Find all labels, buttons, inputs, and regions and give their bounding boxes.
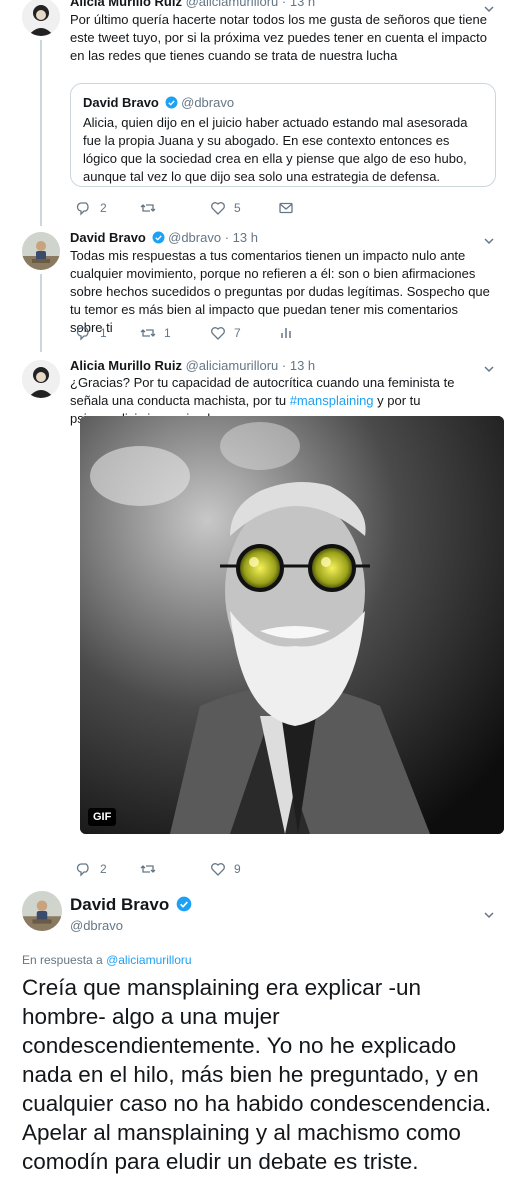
like-icon bbox=[211, 202, 225, 215]
tweet-actions: 1 1 7 bbox=[70, 324, 490, 342]
like-count: 9 bbox=[234, 862, 241, 876]
avatar[interactable] bbox=[22, 0, 60, 36]
retweet-icon bbox=[140, 329, 156, 337]
author-handle[interactable]: @dbravo bbox=[168, 230, 221, 245]
gif-media[interactable]: GIF bbox=[80, 416, 504, 834]
author-name[interactable]: Alicia Murillo Ruiz bbox=[70, 0, 182, 9]
reply-count: 1 bbox=[100, 326, 107, 340]
retweet-button[interactable] bbox=[140, 860, 164, 878]
timestamp[interactable]: 13 h bbox=[290, 358, 315, 373]
author-handle[interactable]: @aliciamurilloru bbox=[186, 0, 279, 9]
reply-icon bbox=[76, 327, 89, 341]
like-button[interactable]: 7 bbox=[210, 324, 241, 342]
analytics-button[interactable] bbox=[278, 324, 294, 342]
like-count: 5 bbox=[234, 201, 241, 215]
avatar[interactable] bbox=[22, 891, 62, 931]
quoted-tweet[interactable]: David Bravo @dbravo Alicia, quien dijo e… bbox=[70, 83, 496, 187]
like-button[interactable]: 9 bbox=[210, 860, 241, 878]
quote-header: David Bravo @dbravo bbox=[83, 94, 483, 112]
reply-to-link[interactable]: @aliciamurilloru bbox=[106, 953, 192, 967]
retweet-button[interactable] bbox=[140, 199, 164, 217]
reply-prefix: En respuesta a bbox=[22, 953, 107, 967]
tweet-text: Por último quería hacerte notar todos lo… bbox=[70, 12, 487, 63]
dot-separator: · bbox=[224, 230, 230, 245]
reply-count: 2 bbox=[100, 862, 107, 876]
dot-separator: · bbox=[281, 0, 287, 9]
reply-icon bbox=[76, 202, 89, 216]
reply-button[interactable]: 2 bbox=[76, 199, 107, 217]
tweet[interactable]: Alicia Murillo Ruiz @aliciamurilloru · 1… bbox=[0, 0, 510, 222]
reply-context: En respuesta a @aliciamurilloru bbox=[22, 953, 192, 967]
retweet-count: 1 bbox=[164, 326, 171, 340]
gif-badge: GIF bbox=[88, 808, 117, 826]
tweet[interactable]: Alicia Murillo Ruiz @aliciamurilloru · 1… bbox=[0, 352, 510, 882]
main-author-handle[interactable]: @dbravo bbox=[70, 918, 123, 933]
quote-text: Alicia, quien dijo en el juicio haber ac… bbox=[83, 115, 468, 184]
verified-icon bbox=[152, 231, 164, 244]
reply-icon bbox=[76, 863, 89, 877]
timestamp[interactable]: 13 h bbox=[290, 0, 315, 9]
caret-down-icon[interactable] bbox=[482, 234, 496, 248]
avatar[interactable] bbox=[22, 232, 60, 270]
tweet-actions: 2 9 bbox=[70, 860, 490, 878]
message-icon bbox=[279, 202, 293, 214]
main-tweet-text: Creía que mansplaining era explicar -un … bbox=[22, 975, 492, 1174]
retweet-icon bbox=[140, 865, 156, 873]
reply-button[interactable]: 2 bbox=[76, 860, 107, 878]
analytics-icon bbox=[281, 328, 291, 338]
message-button[interactable] bbox=[278, 199, 294, 217]
timestamp[interactable]: 13 h bbox=[233, 230, 258, 245]
retweet-icon bbox=[140, 204, 156, 212]
hashtag-link[interactable]: #mansplaining bbox=[290, 393, 374, 408]
tweet[interactable]: David Bravo @dbravo · 13 h Todas mis res… bbox=[0, 222, 510, 352]
author-name[interactable]: Alicia Murillo Ruiz bbox=[70, 358, 182, 373]
avatar[interactable] bbox=[22, 360, 60, 398]
dot-separator: · bbox=[281, 358, 287, 373]
gif-image bbox=[80, 416, 504, 834]
verified-icon bbox=[176, 896, 192, 912]
verified-icon bbox=[165, 96, 177, 109]
reply-button[interactable]: 1 bbox=[76, 324, 107, 342]
like-button[interactable]: 5 bbox=[210, 199, 241, 217]
caret-down-icon[interactable] bbox=[482, 908, 496, 922]
author-name[interactable]: David Bravo bbox=[70, 230, 146, 245]
tweet-actions: 2 5 bbox=[70, 199, 490, 217]
main-author-name-text: David Bravo bbox=[70, 895, 170, 914]
main-author-name[interactable]: David Bravo bbox=[70, 895, 192, 915]
reply-count: 2 bbox=[100, 201, 107, 215]
quote-author-name: David Bravo bbox=[83, 95, 159, 110]
like-icon bbox=[211, 327, 225, 340]
like-icon bbox=[211, 863, 225, 876]
author-handle[interactable]: @aliciamurilloru bbox=[186, 358, 279, 373]
quote-author-handle: @dbravo bbox=[181, 95, 235, 110]
like-count: 7 bbox=[234, 326, 241, 340]
retweet-button[interactable]: 1 bbox=[140, 324, 171, 342]
